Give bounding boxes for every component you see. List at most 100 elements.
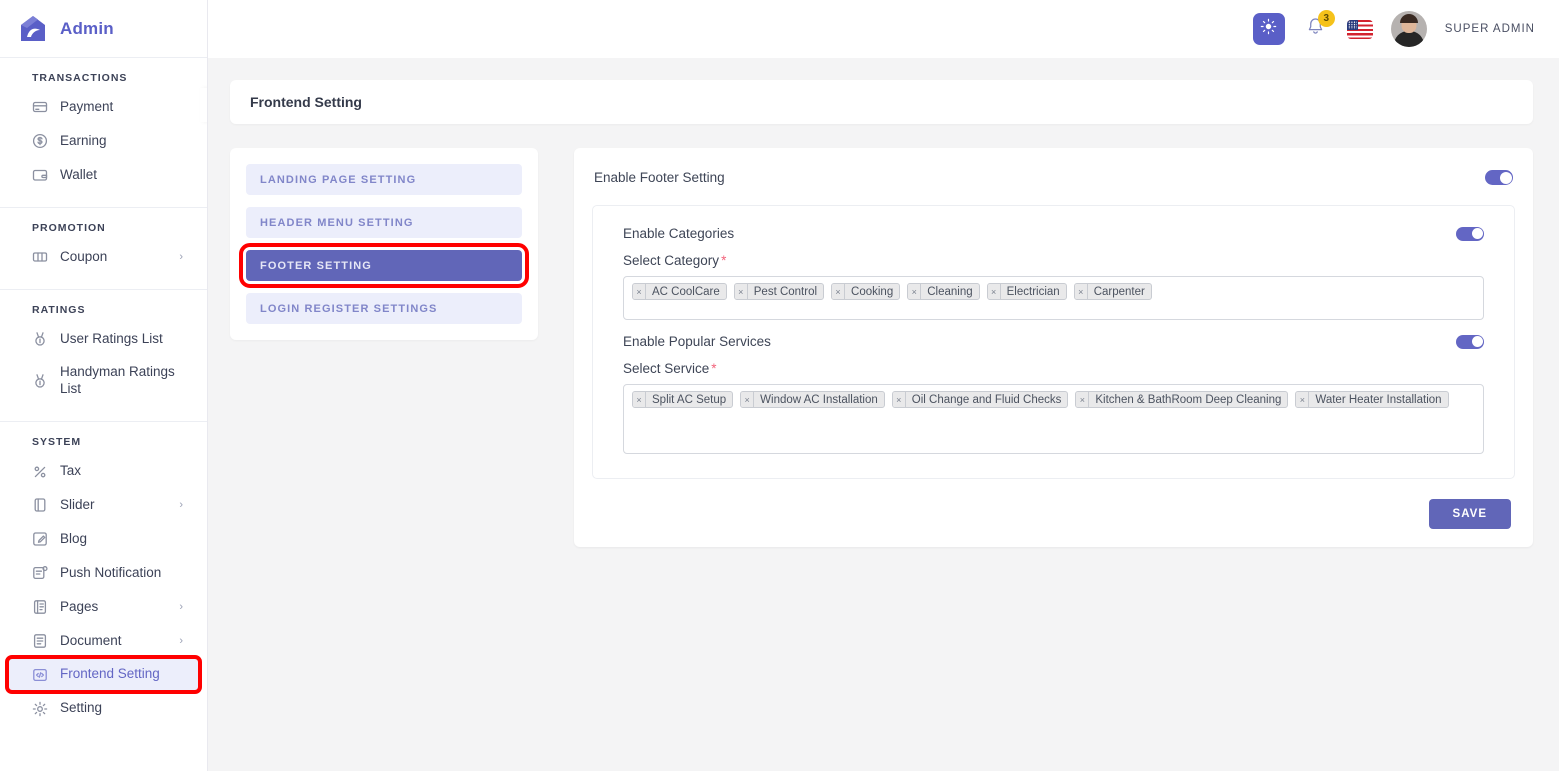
sidebar-item-frontend-setting[interactable]: Frontend Setting xyxy=(5,655,202,695)
content-area: Frontend Setting LANDING PAGE SETTING HEA… xyxy=(208,58,1559,771)
category-chip[interactable]: × Electrician xyxy=(986,283,1067,300)
sidebar-nav: TRANSACTIONS Payment Earning Wallet PROMOTIO… xyxy=(0,58,207,740)
brand-name: Admin xyxy=(60,18,114,38)
service-chip-label: Oil Change and Fluid Checks xyxy=(911,393,1062,406)
footer-fields-box: Enable Categories Select Category * × AC C… xyxy=(592,205,1515,479)
sidebar-item-label: Wallet xyxy=(60,166,98,182)
remove-chip-icon[interactable]: × xyxy=(987,284,1001,299)
category-chip-label: AC CoolCare xyxy=(652,285,720,298)
blog-pencil-icon xyxy=(32,531,48,547)
sidebar-item-payment[interactable]: Payment xyxy=(8,91,199,124)
select-category-field: Select Category * × AC CoolCare × Pest Contr… xyxy=(623,253,1484,320)
category-chip-label: Cooking xyxy=(851,285,894,298)
sidebar-item-label: Tax xyxy=(60,463,82,479)
sidebar-item-coupon[interactable]: Coupon › xyxy=(8,241,199,274)
page-header: Frontend Setting xyxy=(230,80,1533,124)
remove-chip-icon[interactable]: × xyxy=(633,284,646,299)
category-chip[interactable]: × Pest Control xyxy=(733,283,825,300)
tab-login-register-settings[interactable]: LOGIN REGISTER SETTINGS xyxy=(246,293,522,324)
remove-chip-icon[interactable]: × xyxy=(832,284,846,299)
enable-footer-setting-row: Enable Footer Setting xyxy=(592,166,1515,189)
enable-popular-services-label: Enable Popular Services xyxy=(623,334,771,349)
remove-chip-icon[interactable]: × xyxy=(1296,392,1310,407)
select-service-label-text: Select Service xyxy=(623,361,710,376)
remove-chip-icon[interactable]: × xyxy=(741,392,755,407)
two-column-layout: LANDING PAGE SETTING HEADER MENU SETTING F… xyxy=(230,148,1533,547)
sidebar-item-label: Coupon xyxy=(60,248,108,264)
service-chip-label: Window AC Installation xyxy=(760,393,878,406)
enable-popular-services-row: Enable Popular Services xyxy=(623,334,1484,349)
percent-icon xyxy=(32,464,48,480)
remove-chip-icon[interactable]: × xyxy=(734,284,748,299)
enable-footer-setting-toggle[interactable] xyxy=(1485,170,1513,185)
enable-categories-toggle[interactable] xyxy=(1456,226,1484,241)
notifications-button[interactable]: 3 xyxy=(1303,10,1335,44)
sidebar-item-label: Slider xyxy=(60,497,95,512)
remove-chip-icon[interactable]: × xyxy=(1076,392,1090,407)
settings-tab-card: LANDING PAGE SETTING HEADER MENU SETTING F… xyxy=(230,148,538,340)
service-chip[interactable]: × Window AC Installation xyxy=(740,391,885,408)
enable-categories-label: Enable Categories xyxy=(623,226,735,241)
sidebar-item-user-ratings-list[interactable]: User Ratings List xyxy=(8,323,199,356)
service-chip[interactable]: × Oil Change and Fluid Checks xyxy=(891,391,1069,408)
remove-chip-icon[interactable]: × xyxy=(908,284,922,299)
sidebar-group-title: RATINGS xyxy=(32,303,86,316)
slider-icon xyxy=(32,497,48,513)
sidebar-collapse-button[interactable]: ‹ xyxy=(200,88,207,122)
category-chip[interactable]: × AC CoolCare xyxy=(632,283,727,300)
usa-flag-icon[interactable] xyxy=(1346,19,1373,39)
user-name: SUPER ADMIN xyxy=(1444,23,1535,35)
wallet-icon xyxy=(32,167,48,183)
sidebar-item-document[interactable]: Document › xyxy=(8,625,199,658)
document-icon xyxy=(32,633,48,649)
category-chip-label: Carpenter xyxy=(1093,285,1145,298)
sidebar-item-pages[interactable]: Pages › xyxy=(8,591,199,624)
avatar[interactable] xyxy=(1390,11,1427,47)
category-chip-label: Electrician xyxy=(1006,285,1060,298)
service-chip[interactable]: × Water Heater Installation xyxy=(1295,391,1449,408)
sidebar-item-push-notification[interactable]: Push Notification xyxy=(8,557,199,590)
sidebar-group-transactions: TRANSACTIONS Payment Earning Wallet xyxy=(0,58,207,208)
remove-chip-icon[interactable]: × xyxy=(892,392,906,407)
service-chip[interactable]: × Split AC Setup xyxy=(632,391,734,408)
sidebar-item-tax[interactable]: Tax xyxy=(8,455,199,488)
category-chip[interactable]: × Cooking xyxy=(831,283,901,300)
page-title: Frontend Setting xyxy=(250,94,362,110)
sidebar-item-slider[interactable]: Slider › xyxy=(8,489,199,522)
sidebar-group-title: TRANSACTIONS xyxy=(32,72,128,84)
sidebar-item-earning[interactable]: Earning xyxy=(8,125,199,158)
tab-footer-setting[interactable]: FOOTER SETTING xyxy=(239,243,529,288)
sidebar-item-label: Handyman Ratings List xyxy=(60,364,175,397)
sidebar-group-title: PROMOTION xyxy=(32,221,106,234)
category-chip[interactable]: × Carpenter xyxy=(1073,283,1152,300)
enable-categories-row: Enable Categories xyxy=(623,226,1484,241)
sun-brightness-icon xyxy=(1260,18,1277,40)
footer-setting-form: Enable Footer Setting Enable Categories … xyxy=(574,148,1533,547)
select-service-input[interactable]: × Split AC Setup × Window AC Installation × O… xyxy=(623,384,1484,454)
save-bar: SAVE xyxy=(592,479,1515,529)
sidebar-item-blog[interactable]: Blog xyxy=(8,523,199,556)
theme-toggle-button[interactable] xyxy=(1252,13,1285,45)
select-service-label: Select Service * xyxy=(623,361,1484,376)
service-chip[interactable]: × Kitchen & BathRoom Deep Cleaning xyxy=(1075,391,1289,408)
remove-chip-icon[interactable]: × xyxy=(1074,284,1088,299)
sidebar-item-label: Frontend Setting xyxy=(60,666,160,682)
remove-chip-icon[interactable]: × xyxy=(633,392,646,407)
gear-icon xyxy=(32,701,48,717)
sidebar-item-setting[interactable]: Setting xyxy=(8,692,199,725)
select-category-input[interactable]: × AC CoolCare × Pest Control × Cooking × Cleani… xyxy=(623,276,1484,320)
tab-header-menu-setting[interactable]: HEADER MENU SETTING xyxy=(246,207,522,238)
sidebar-item-label: Blog xyxy=(60,530,88,546)
pages-icon xyxy=(32,599,48,615)
save-button[interactable]: SAVE xyxy=(1428,499,1511,529)
sidebar-item-label: User Ratings List xyxy=(60,330,163,346)
category-chip-label: Cleaning xyxy=(927,285,973,298)
select-category-label-text: Select Category xyxy=(623,253,720,268)
sidebar-item-wallet[interactable]: Wallet xyxy=(8,159,199,192)
enable-popular-services-toggle[interactable] xyxy=(1456,334,1484,349)
tab-landing-page-setting[interactable]: LANDING PAGE SETTING xyxy=(246,164,522,195)
sidebar-item-label: Push Notification xyxy=(60,564,162,580)
category-chip[interactable]: × Cleaning xyxy=(907,283,980,300)
sidebar-item-handyman-ratings-list[interactable]: Handyman Ratings List xyxy=(8,356,199,406)
brand[interactable]: Admin xyxy=(0,0,207,58)
